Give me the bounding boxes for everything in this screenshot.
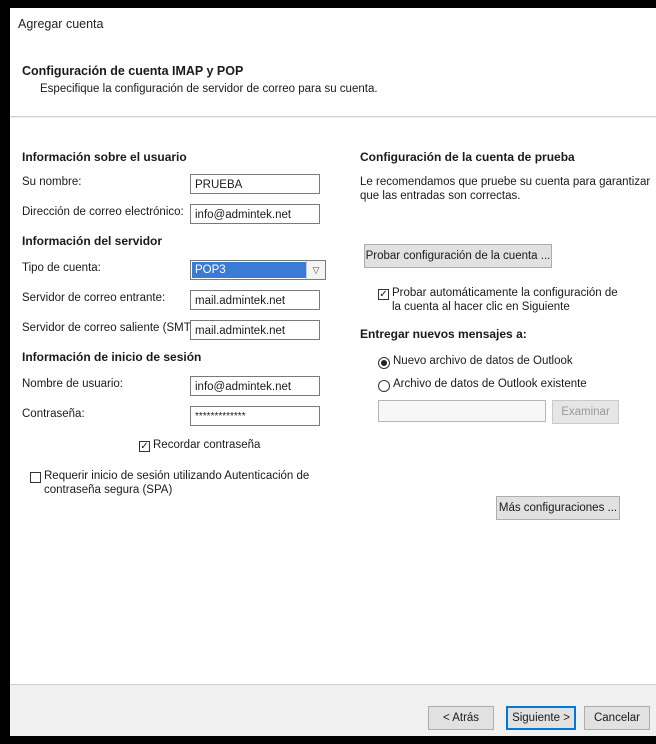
server-info-heading: Información del servidor <box>22 234 163 248</box>
radio-new-data-file[interactable] <box>378 357 390 369</box>
account-type-label: Tipo de cuenta: <box>22 262 101 274</box>
radio-new-data-file-label: Nuevo archivo de datos de Outlook <box>393 355 573 367</box>
login-info-heading: Información de inicio de sesión <box>22 350 202 364</box>
add-account-dialog: Agregar cuenta Configuración de cuenta I… <box>10 8 656 736</box>
username-label: Nombre de usuario: <box>22 378 123 390</box>
checkmark-icon: ✓ <box>140 441 149 452</box>
data-file-path-input[interactable] <box>378 400 546 422</box>
settings-panel: Información sobre el usuario Su nombre: … <box>10 118 656 685</box>
name-input[interactable]: PRUEBA <box>190 174 320 194</box>
cancel-button[interactable]: Cancelar <box>584 706 650 730</box>
account-type-select[interactable]: POP3 ▽ <box>190 260 326 280</box>
radio-selected-dot <box>381 360 387 366</box>
spa-label-line1: Requerir inicio de sesión utilizando Aut… <box>44 470 310 482</box>
username-input[interactable]: info@admintek.net <box>190 376 320 396</box>
radio-existing-data-file[interactable] <box>378 380 390 392</box>
radio-existing-data-file-label: Archivo de datos de Outlook existente <box>393 378 587 390</box>
email-label: Dirección de correo electrónico: <box>22 206 184 218</box>
outgoing-server-input[interactable]: mail.admintek.net <box>190 320 320 340</box>
remember-password-label: Recordar contraseña <box>153 439 261 451</box>
chevron-down-icon[interactable]: ▽ <box>306 261 325 279</box>
delivery-heading: Entregar nuevos mensajes a: <box>360 327 527 341</box>
test-description-line2: que las entradas son correctas. <box>360 190 521 202</box>
user-info-heading: Información sobre el usuario <box>22 150 187 164</box>
account-type-value: POP3 <box>192 262 306 278</box>
password-input[interactable]: ************* <box>190 406 320 426</box>
test-account-button[interactable]: Probar configuración de la cuenta ... <box>364 244 552 268</box>
remember-password-checkbox[interactable]: ✓ <box>139 441 150 452</box>
more-settings-button[interactable]: Más configuraciones ... <box>496 496 620 520</box>
spa-checkbox[interactable] <box>30 472 41 483</box>
password-label: Contraseña: <box>22 408 85 420</box>
auto-test-label-line1: Probar automáticamente la configuración … <box>392 287 618 299</box>
page-subtitle: Especifique la configuración de servidor… <box>40 83 378 95</box>
checkmark-icon: ✓ <box>379 289 388 300</box>
window-title: Agregar cuenta <box>18 17 104 31</box>
spa-label-line2: contraseña segura (SPA) <box>44 484 173 496</box>
dialog-header: Agregar cuenta Configuración de cuenta I… <box>10 8 656 117</box>
next-button[interactable]: Siguiente > <box>506 706 576 730</box>
incoming-server-label: Servidor de correo entrante: <box>22 292 166 304</box>
email-input[interactable]: info@admintek.net <box>190 204 320 224</box>
browse-button[interactable]: Examinar <box>552 400 619 424</box>
auto-test-label-line2: la cuenta al hacer clic en Siguiente <box>392 301 570 313</box>
auto-test-checkbox[interactable]: ✓ <box>378 289 389 300</box>
outgoing-server-label: Servidor de correo saliente (SMTP): <box>22 322 206 334</box>
back-button[interactable]: < Atrás <box>428 706 494 730</box>
name-label: Su nombre: <box>22 176 82 188</box>
test-description-line1: Le recomendamos que pruebe su cuenta par… <box>360 176 651 188</box>
incoming-server-input[interactable]: mail.admintek.net <box>190 290 320 310</box>
page-title: Configuración de cuenta IMAP y POP <box>22 64 244 78</box>
test-settings-heading: Configuración de la cuenta de prueba <box>360 150 575 164</box>
